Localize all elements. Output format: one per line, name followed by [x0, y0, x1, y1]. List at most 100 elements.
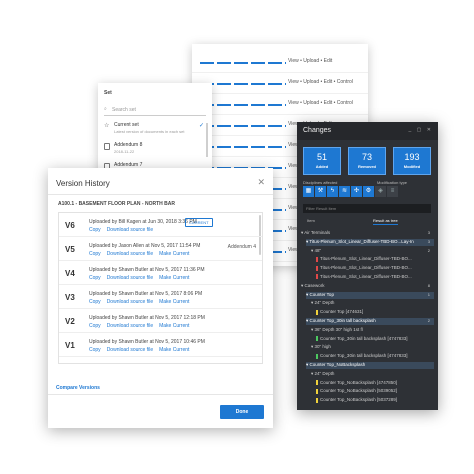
tree-row[interactable]: Counter Top_NoBacksplash [4747850] [316, 380, 434, 387]
pipe-icon[interactable]: ≋ [339, 186, 350, 197]
check-icon: ✓ [198, 123, 204, 129]
make-current-link[interactable]: Make Current [159, 323, 189, 329]
fan-icon[interactable]: ✣ [351, 186, 362, 197]
permission-row[interactable]: View • Upload • Edit [192, 52, 368, 73]
download-source-link[interactable]: Download source file [107, 275, 153, 281]
permission-row[interactable]: View • Upload • Edit • Control [192, 94, 368, 115]
window-controls[interactable]: _ ▢ ✕ [409, 127, 433, 133]
tree-row[interactable]: ▾ Counter Top_NoBacksplash [306, 362, 434, 369]
copy-link[interactable]: Copy [89, 323, 101, 329]
divider [48, 394, 273, 395]
copy-link[interactable]: Copy [89, 299, 101, 305]
set-search-input[interactable]: ⌕ Search set [104, 104, 206, 116]
tree-row[interactable]: ▾ 36" Depth 30" high 1st fl [311, 327, 434, 334]
tree-row[interactable]: ▾ 30" high [311, 344, 434, 351]
tree-row-label: ▾ 24" Depth [311, 300, 335, 306]
tree-row-label: ▾ Counter Top_NoBacksplash [306, 362, 366, 367]
tree-row[interactable]: ▾ 24" Depth [311, 371, 434, 378]
permission-bar [200, 104, 286, 106]
download-source-link[interactable]: Download source file [107, 299, 153, 305]
make-current-link[interactable]: Make Current [159, 299, 189, 305]
tree-row-count: 2 [427, 247, 430, 253]
addendum-label: Addendum 4 [227, 244, 256, 250]
tree-row-label: Titus-Plenum_Slot_Linear_Diffuser-TBD-BO… [320, 274, 412, 279]
tree-row[interactable]: Counter Top [474631] [316, 309, 434, 316]
modified-tile[interactable]: 193 Modified [393, 147, 431, 175]
permission-bar [200, 83, 286, 85]
tree-row-label: Counter Top [474631] [320, 309, 364, 315]
tree-row-label: ▾ 30" high [311, 344, 331, 350]
tree-row[interactable]: Titus-Plenum_Slot_Linear_Diffuser-TBD-BO… [316, 274, 434, 281]
tree-row[interactable]: ▾ Counter Top 1 [306, 291, 434, 299]
tree-row[interactable]: Counter Top_30in tall backsplash [474783… [316, 353, 434, 360]
tree-row-count: 1 [427, 291, 430, 297]
filter-input[interactable]: Filter Result Item [303, 204, 431, 213]
download-source-link[interactable]: Download source file [107, 323, 153, 329]
version-actions: Copy Download source file Make Current [89, 347, 195, 353]
version-number: V4 [65, 269, 75, 278]
tree-row[interactable]: ▾ Counter Top_30in tall backsplash 2 [306, 318, 434, 325]
copy-link[interactable]: Copy [89, 227, 101, 233]
tab-result-as-tree[interactable]: Result as tree [373, 218, 398, 225]
tree-row[interactable]: ▾ 24" Depth [311, 300, 434, 307]
change-marker [316, 274, 318, 280]
building-icon[interactable]: ▦ [303, 186, 314, 197]
removed-tile[interactable]: 73 Removed [348, 147, 386, 175]
change-marker [316, 309, 318, 315]
tree-row-label: ▾ Counter Top [306, 291, 334, 297]
gear-icon[interactable]: ⚙ [363, 186, 374, 197]
copy-link[interactable]: Copy [89, 275, 101, 281]
change-marker [316, 335, 318, 341]
changes-title: Changes [303, 127, 332, 134]
tree-row-label: ▾ Casework [301, 282, 325, 288]
compare-versions-button[interactable]: Compare Versions [56, 385, 100, 391]
tree-row[interactable]: Counter Top_30in tall backsplash [474783… [316, 336, 434, 343]
tree-row[interactable]: ▾ 48" 2 [311, 248, 434, 255]
make-current-link[interactable]: Make Current [159, 347, 189, 353]
bolt-icon[interactable]: ϟ [327, 186, 338, 197]
tree-row[interactable]: Titus-Plenum_Slot_Linear_Diffuser-TBD-BO… [316, 256, 434, 263]
set-scrollbar[interactable] [206, 123, 208, 157]
version-number: V5 [65, 245, 75, 254]
tile-count: 51 [316, 152, 327, 162]
tree-row[interactable]: ▾ Titus-Plenum_Slot_Linear_Diffuser-TBD-… [306, 238, 434, 246]
star-icon: ☆ [104, 123, 110, 129]
tree-row[interactable]: Titus-Plenum_Slot_Linear_Diffuser-TBD-BO… [316, 265, 434, 272]
tree-row-label: Titus-Plenum_Slot_Linear_Diffuser-TBD-BO… [320, 256, 412, 262]
cube-icon[interactable]: ◈ [375, 186, 386, 197]
tree-row[interactable]: ▾ Casework 8 [301, 283, 434, 290]
copy-link[interactable]: Copy [89, 251, 101, 257]
permission-row[interactable]: View • Upload • Edit • Control [192, 73, 368, 94]
tab-item[interactable]: Item [307, 218, 315, 223]
set-item-name: Current set [114, 122, 139, 128]
version-number: V2 [65, 317, 75, 326]
tree-row[interactable]: ▾ Air Terminals 3 [301, 230, 434, 237]
close-icon[interactable]: ✕ [257, 177, 265, 188]
change-marker [316, 379, 318, 385]
current-badge: CURRENT [185, 218, 213, 227]
version-row: V4 Uploaded by Shawn Butler at Nov 5, 201… [59, 264, 262, 285]
permission-bar [200, 146, 286, 148]
set-search-placeholder: Search set [112, 107, 136, 113]
make-current-link[interactable]: Make Current [159, 251, 189, 257]
tree-row-label: ▾ 36" Depth 30" high 1st fl [311, 326, 363, 332]
tree-row[interactable]: Counter Top_NoBacksplash [5039052] [316, 388, 434, 395]
download-source-link[interactable]: Download source file [107, 251, 153, 257]
tree-row-label: ▾ Counter Top_30in tall backsplash [306, 318, 376, 323]
change-marker [316, 388, 318, 394]
version-actions: Copy Download source file Make Current [89, 251, 195, 257]
added-tile[interactable]: 51 Added [303, 147, 341, 175]
change-marker [316, 353, 318, 359]
copy-link[interactable]: Copy [89, 347, 101, 353]
tree-row-label: ▾ 24" Depth [311, 370, 335, 376]
permission-bar [200, 62, 286, 64]
wrench-icon[interactable]: ⚒ [315, 186, 326, 197]
done-button[interactable]: Done [220, 405, 264, 419]
uploaded-by-text: Uploaded by Jason Allen at Nov 5, 2017 1… [89, 243, 201, 249]
make-current-link[interactable]: Make Current [159, 275, 189, 281]
tree-row[interactable]: Counter Top_NoBacksplash [5037289] [316, 397, 434, 404]
download-source-link[interactable]: Download source file [107, 347, 153, 353]
change-marker [316, 256, 318, 262]
download-source-link[interactable]: Download source file [107, 227, 153, 233]
layers-icon[interactable]: ≡ [387, 186, 398, 197]
